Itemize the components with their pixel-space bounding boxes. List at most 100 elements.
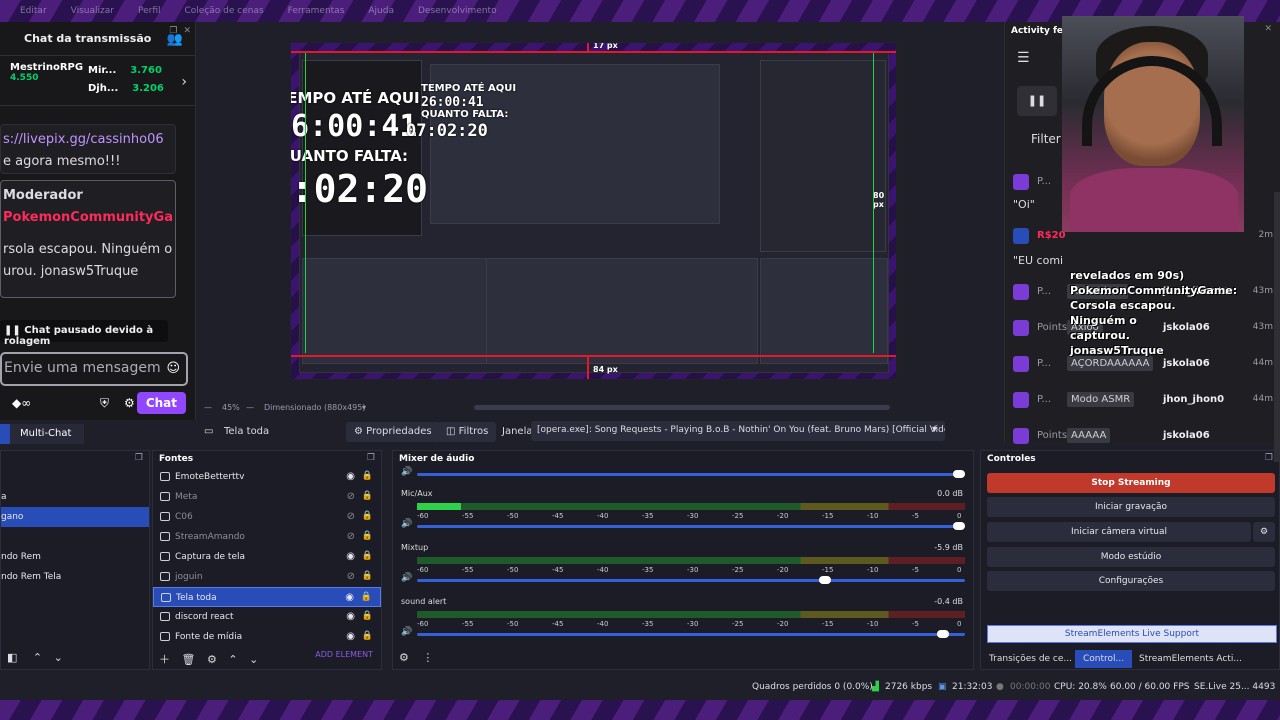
chat-paused-banner[interactable]: ❚❚ Chat pausado devido à rolagem <box>0 320 168 347</box>
slider-knob[interactable] <box>819 576 831 584</box>
source-item[interactable]: StreamAmando ⊘ 🔒 <box>153 527 381 547</box>
hamburger-icon[interactable]: ☰ <box>1017 50 1030 66</box>
menu-view[interactable]: Visualizar <box>71 6 114 16</box>
scene-item-selected[interactable]: gano <box>1 507 149 527</box>
speaker-icon[interactable]: 🔊 <box>401 573 412 583</box>
eye-icon[interactable]: ◉ <box>346 551 355 562</box>
properties-button[interactable]: ⚙ Propriedades <box>346 422 440 442</box>
source-item[interactable]: discord react ◉ 🔒 <box>153 607 381 627</box>
scene-item[interactable]: ndo Rem Tela <box>1 567 149 587</box>
lock-icon[interactable]: 🔒 <box>362 611 373 621</box>
feed-scrollbar[interactable] <box>1274 192 1280 462</box>
eye-icon[interactable]: ◉ <box>346 611 355 622</box>
chevron-right-icon[interactable]: › <box>181 74 187 90</box>
add-element-button[interactable]: ADD ELEMENT <box>315 650 373 659</box>
close-icon[interactable]: ✕ <box>183 26 191 36</box>
volume-slider[interactable] <box>417 576 965 584</box>
shield-icon[interactable]: ⛨ <box>100 396 109 411</box>
lock-icon[interactable]: 🔒 <box>362 491 373 501</box>
window-select[interactable]: [opera.exe]: Song Requests - Playing B.o… <box>531 421 945 441</box>
eye-icon[interactable]: ◉ <box>345 592 354 603</box>
tab-controls[interactable]: Control... <box>1075 650 1133 668</box>
points-icon[interactable]: ◆∞ <box>12 396 31 410</box>
source-item[interactable]: EmoteBetterttv ◉ 🔒 <box>153 467 381 487</box>
eye-hidden-icon[interactable]: ⊘ <box>347 491 355 502</box>
move-down-icon[interactable]: ⌄ <box>54 651 63 664</box>
eye-hidden-icon[interactable]: ⊘ <box>347 531 355 542</box>
eye-hidden-icon[interactable]: ⊘ <box>347 571 355 582</box>
chat-input[interactable]: Envie uma mensagem ☺ <box>0 352 188 386</box>
eye-icon[interactable]: ◉ <box>346 471 355 482</box>
preview-canvas[interactable]: TEMPO ATÉ AQUI 26:00:41 QUANTO FALTA: 07… <box>290 42 897 380</box>
scene-item[interactable]: a <box>1 487 149 507</box>
feed-row[interactable]: P... AÇORDAAAAAA jskola06 44m <box>1013 356 1279 378</box>
source-item[interactable]: Meta ⊘ 🔒 <box>153 487 381 507</box>
close-icon[interactable]: ✕ <box>1264 24 1272 34</box>
emote-icon[interactable]: ☺ <box>166 361 180 376</box>
lock-icon[interactable]: 🔒 <box>362 531 373 541</box>
speaker-icon[interactable]: 🔊 <box>401 467 412 477</box>
dock-float-icon[interactable]: ❐ <box>135 453 143 463</box>
filters-button[interactable]: ◫ Filtros <box>438 422 497 442</box>
studio-mode-button[interactable]: Modo estúdio <box>987 547 1275 567</box>
source-item[interactable]: joguin ⊘ 🔒 <box>153 567 381 587</box>
more-icon[interactable]: ⋮ <box>422 651 433 664</box>
source-item[interactable]: C06 ⊘ 🔒 <box>153 507 381 527</box>
chat-message-link[interactable]: s://livepix.gg/cassinho06 <box>3 129 173 151</box>
stop-streaming-button[interactable]: Stop Streaming <box>987 473 1275 493</box>
pause-feed-button[interactable]: ❚❚ <box>1017 86 1057 116</box>
lock-icon[interactable]: 🔒 <box>362 511 373 521</box>
float-icon[interactable]: ❐ <box>169 26 177 36</box>
lock-icon[interactable]: 🔒 <box>361 592 372 602</box>
speaker-icon[interactable]: 🔊 <box>401 627 412 637</box>
volume-slider[interactable] <box>417 522 965 530</box>
mixer-settings-icon[interactable]: ⚙ <box>399 651 409 664</box>
tab-streamelements[interactable]: StreamElements Acti... <box>1139 654 1242 664</box>
volume-slider[interactable] <box>417 630 965 638</box>
tab-multichat[interactable]: Multi-Chat <box>0 424 84 444</box>
zoom-level[interactable]: 45% <box>222 403 240 412</box>
layout-icon[interactable]: ◧ <box>7 651 17 664</box>
slider-knob[interactable] <box>936 630 949 638</box>
dock-float-icon[interactable]: ❐ <box>1265 453 1273 463</box>
master-volume-slider[interactable] <box>417 470 965 478</box>
menu-profile[interactable]: Perfil <box>138 6 161 16</box>
slider-knob[interactable] <box>953 522 965 530</box>
source-item[interactable]: Fonte de mídia ◉ 🔒 <box>153 627 381 647</box>
slider-knob[interactable] <box>953 470 965 478</box>
chevron-down-icon[interactable]: ▾ <box>362 403 366 412</box>
virtual-camera-settings-icon[interactable]: ⚙ <box>1253 522 1275 542</box>
trash-icon[interactable]: 🗑 <box>182 653 196 666</box>
eye-icon[interactable]: ◉ <box>346 631 355 642</box>
menu-tools[interactable]: Ferramentas <box>288 6 345 16</box>
menu-help[interactable]: Ajuda <box>368 6 394 16</box>
collapse-icon[interactable]: — <box>204 403 212 412</box>
lock-icon[interactable]: 🔒 <box>362 551 373 561</box>
eye-hidden-icon[interactable]: ⊘ <box>347 511 355 522</box>
menu-dev[interactable]: Desenvolvimento <box>418 6 497 16</box>
lock-icon[interactable]: 🔒 <box>362 631 373 641</box>
start-recording-button[interactable]: Iniciar gravação <box>987 497 1275 517</box>
preview-scrollbar[interactable] <box>474 405 890 410</box>
virtual-camera-button[interactable]: Iniciar câmera virtual <box>987 522 1251 542</box>
feed-row[interactable]: Points AAAAA jskola06 <box>1013 428 1279 450</box>
se-support-button[interactable]: StreamElements Live Support <box>987 625 1277 643</box>
menu-scene-collection[interactable]: Coleção de cenas <box>184 6 263 16</box>
gear-icon[interactable]: ⚙ <box>124 396 135 410</box>
lock-icon[interactable]: 🔒 <box>362 571 373 581</box>
chat-send-button[interactable]: Chat <box>136 392 186 414</box>
feed-filter[interactable]: Filter <box>1031 132 1061 146</box>
tab-transitions[interactable]: Transições de ce... <box>989 654 1072 664</box>
source-item[interactable]: Captura de tela ◉ 🔒 <box>153 547 381 567</box>
chevron-down-icon[interactable]: ▾ <box>932 424 937 435</box>
settings-button[interactable]: Configurações <box>987 571 1275 591</box>
feed-row[interactable]: P... Modo ASMR jhon_jhon0 44m <box>1013 392 1279 414</box>
speaker-icon[interactable]: 🔊 <box>401 519 412 529</box>
move-down-icon[interactable]: ⌄ <box>249 653 258 666</box>
move-up-icon[interactable]: ⌃ <box>228 653 237 666</box>
scene-item[interactable]: ndo Rem <box>1 547 149 567</box>
add-icon[interactable]: ＋ <box>159 653 170 666</box>
dock-float-icon[interactable]: ❐ <box>367 453 375 463</box>
source-item[interactable]: Tela toda ◉ 🔒 <box>153 587 381 607</box>
zoom-minus-icon[interactable]: — <box>246 403 254 412</box>
